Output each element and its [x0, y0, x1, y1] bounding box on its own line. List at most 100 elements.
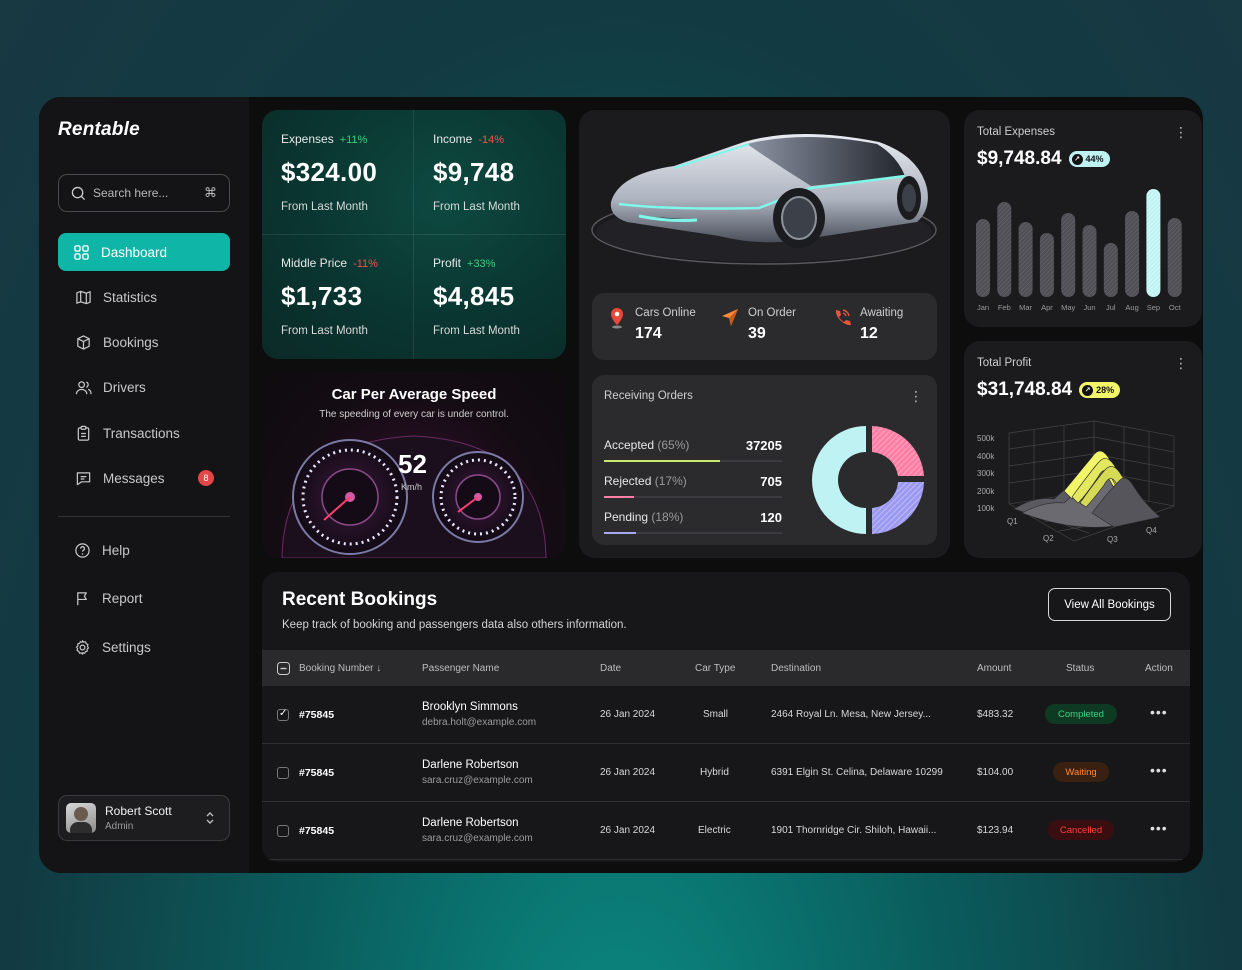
stat-change: +33% [467, 258, 496, 270]
x-axis-label: Q3 [1107, 535, 1118, 544]
navigation-arrow-icon [722, 309, 738, 326]
x-tick-label: May [1061, 303, 1075, 312]
passenger-email: sara.cruz@example.com [422, 833, 533, 844]
nav-item-help[interactable]: Help [58, 531, 230, 569]
booking-number: #75845 [299, 767, 335, 779]
flag-icon [77, 592, 87, 606]
column-booking-number[interactable]: Booking Number ↓ [299, 663, 381, 674]
stat-expenses: Expenses +11% $324.00 From Last Month [262, 110, 414, 234]
command-key-icon: ⌘ [204, 185, 217, 200]
stat-label: Expenses [281, 132, 334, 146]
booking-number: #75845 [299, 709, 335, 721]
stat-sub: From Last Month [281, 325, 368, 337]
main-nav: Dashboard Statistics Bookings Drivers Tr… [58, 233, 230, 505]
sidebar: Rentable ⌘ Dashboard Statistics Bookings… [39, 97, 249, 873]
row-checkbox[interactable] [277, 767, 289, 779]
nav-item-transactions[interactable]: Transactions [58, 414, 230, 452]
nav-label: Statistics [103, 289, 158, 305]
bookings-title: Recent Bookings [282, 589, 438, 610]
donut-slice-pending [872, 482, 924, 534]
stat-change: -11% [353, 258, 378, 270]
stat-label: Middle Price [281, 256, 348, 270]
row-actions-icon[interactable]: ••• [1150, 762, 1168, 778]
table-row[interactable]: #75845 Brooklyn Simmons debra.holt@examp… [262, 686, 1190, 744]
stat-value: $9,748 [433, 157, 515, 187]
select-all-checkbox[interactable] [277, 662, 290, 675]
user-switcher[interactable]: Robert Scott Admin [58, 795, 230, 841]
passenger-name: Darlene Robertson [422, 817, 519, 829]
column-action: Action [1145, 663, 1173, 674]
column-date[interactable]: Date [600, 663, 621, 674]
order-value: 705 [760, 474, 782, 489]
column-passenger-name[interactable]: Passenger Name [422, 663, 499, 674]
speed-unit: Km/h [401, 482, 423, 492]
order-name: Pending [604, 510, 649, 524]
search-input[interactable] [93, 186, 193, 200]
donut-slice-rejected [872, 426, 924, 476]
row-actions-icon[interactable]: ••• [1150, 820, 1168, 836]
amount: $123.94 [977, 825, 1014, 836]
nav-item-statistics[interactable]: Statistics [58, 278, 230, 316]
order-pct: (65%) [657, 438, 690, 452]
nav-label: Dashboard [101, 244, 168, 260]
recent-bookings-card: Recent Bookings Keep track of booking an… [262, 572, 1190, 862]
destination: 2464 Royal Ln. Mesa, New Jersey... [771, 709, 931, 720]
order-value: 120 [760, 510, 782, 525]
more-menu-icon[interactable]: ⋮ [909, 388, 923, 405]
y-axis-label: 400k [977, 451, 995, 461]
stat-value: $1,733 [281, 281, 363, 311]
dashboard-window: Rentable ⌘ Dashboard Statistics Bookings… [39, 97, 1203, 873]
stat-value: 12 [860, 325, 878, 342]
nav-item-bookings[interactable]: Bookings [58, 324, 230, 362]
x-tick-label: Jan [977, 303, 989, 312]
bar-mar [1018, 222, 1033, 297]
car-type: Small [703, 709, 729, 720]
row-actions-icon[interactable]: ••• [1150, 704, 1168, 720]
unread-badge: 8 [198, 470, 214, 487]
gear-icon [75, 639, 90, 655]
status-badge: Completed [1045, 704, 1117, 724]
x-tick-label: Aug [1125, 303, 1138, 312]
x-tick-label: Apr [1041, 303, 1053, 312]
nav-label: Drivers [103, 380, 146, 396]
stat-label: Income [433, 132, 473, 146]
table-row[interactable]: #75845 Darlene Robertson sara.cruz@examp… [262, 802, 1190, 860]
order-progress-fill [604, 532, 637, 534]
column-car-type[interactable]: Car Type [695, 663, 735, 674]
row-checkbox[interactable] [277, 708, 289, 721]
order-value: 37205 [745, 438, 782, 453]
app-logo: Rentable [58, 119, 140, 140]
order-progress [604, 460, 782, 462]
passenger: Brooklyn Simmons debra.holt@example.com [422, 701, 536, 728]
search-box[interactable]: ⌘ [58, 174, 230, 212]
bar-jan [976, 219, 990, 297]
row-checkbox[interactable] [277, 825, 289, 837]
orders-donut-chart [812, 426, 924, 534]
x-tick-label: Jul [1106, 303, 1116, 312]
view-all-bookings-button[interactable]: View All Bookings [1048, 588, 1171, 621]
nav-label: Messages [103, 470, 165, 486]
nav-label: Report [102, 591, 143, 606]
order-row-accepted: Accepted (65%) 37205 [604, 438, 782, 462]
chevron-updown-icon [206, 812, 214, 824]
user-role: Admin [105, 821, 134, 832]
nav-item-messages[interactable]: Messages 8 [58, 459, 230, 497]
column-amount[interactable]: Amount [977, 663, 1011, 674]
x-tick-label: Jun [1083, 303, 1095, 312]
column-destination[interactable]: Destination [771, 663, 821, 674]
y-axis-label: 500k [977, 434, 995, 443]
nav-item-drivers[interactable]: Drivers [58, 369, 230, 407]
nav-item-dashboard[interactable]: Dashboard [58, 233, 230, 271]
column-status[interactable]: Status [1066, 663, 1094, 674]
stat-middle-price: Middle Price -11% $1,733 From Last Month [262, 234, 414, 358]
nav-item-report[interactable]: Report [58, 580, 230, 618]
stat-sub: From Last Month [433, 201, 520, 213]
stat-label: Awaiting [860, 307, 904, 319]
bar-feb [997, 202, 1012, 297]
stat-value: $324.00 [281, 157, 378, 187]
nav-item-settings[interactable]: Settings [58, 628, 230, 666]
stat-value: 174 [635, 325, 662, 342]
stat-label: Cars Online [635, 307, 696, 319]
table-row[interactable]: #75845 Darlene Robertson sara.cruz@examp… [262, 744, 1190, 802]
order-row-rejected: Rejected (17%) 705 [604, 474, 782, 498]
